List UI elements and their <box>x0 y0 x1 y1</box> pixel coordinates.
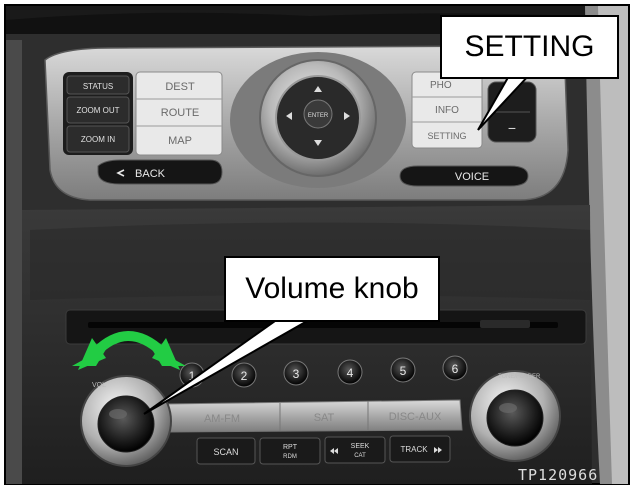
preset-4: 4 <box>347 366 354 380</box>
disc-aux-label: DISC-AUX <box>389 411 442 423</box>
dest-label: DEST <box>165 81 195 93</box>
am-fm-label: AM-FM <box>204 413 240 425</box>
tune-label: TUNE/FOLDER <box>498 374 541 380</box>
zoom-out-label: ZOOM OUT <box>76 106 119 115</box>
volume-knob-callout: Volume knob <box>224 256 440 322</box>
phone-label: PHO <box>430 80 452 91</box>
preset-2: 2 <box>241 369 248 383</box>
zoom-in-label: ZOOM IN <box>81 135 115 144</box>
enter-label: ENTER <box>308 113 329 119</box>
rpt-label: RPT <box>283 444 298 451</box>
sat-label: SAT <box>314 412 335 424</box>
setting-button-label: SETTING <box>427 131 466 141</box>
info-label: INFO <box>435 105 459 116</box>
route-label: ROUTE <box>161 107 200 119</box>
preset-6: 6 <box>452 362 459 376</box>
image-id-label: TP120966 <box>518 466 599 484</box>
map-label: MAP <box>168 135 192 147</box>
back-label: BACK <box>135 168 166 180</box>
seek-label: SEEK <box>351 443 370 450</box>
setting-callout: SETTING <box>440 15 619 79</box>
scan-label: SCAN <box>213 447 238 457</box>
vol-label: VOL <box>92 382 106 389</box>
status-label: STATUS <box>83 82 113 91</box>
rdm-label: RDM <box>283 454 297 460</box>
voice-label: VOICE <box>455 171 489 183</box>
preset-3: 3 <box>293 367 300 381</box>
svg-text:−: − <box>508 120 516 136</box>
preset-5: 5 <box>400 364 407 378</box>
track-label: TRACK <box>400 445 428 454</box>
cat-label: CAT <box>354 453 366 459</box>
dashboard-photo: STATUS ZOOM OUT ZOOM IN DEST ROUTE MAP B… <box>0 0 634 489</box>
